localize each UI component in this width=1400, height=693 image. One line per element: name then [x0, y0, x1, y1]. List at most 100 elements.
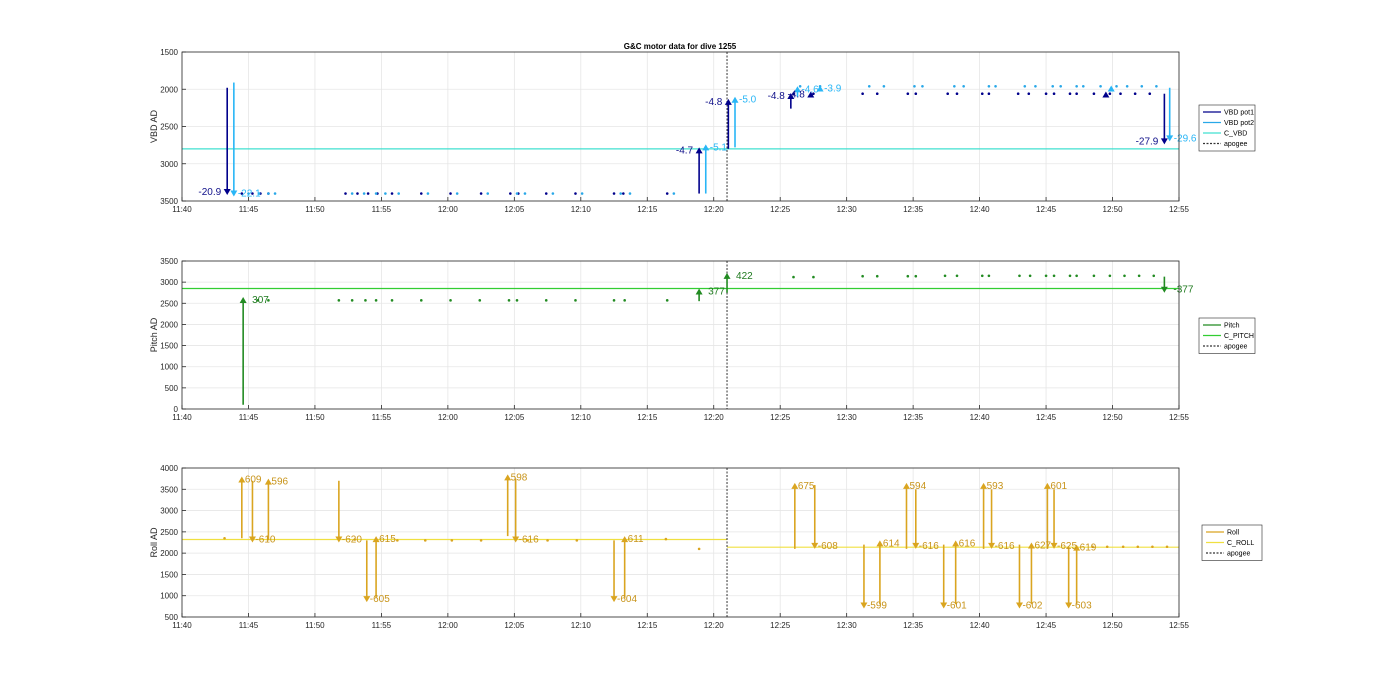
roll-point: [1136, 545, 1140, 549]
vbd-pot1-point: [356, 192, 359, 195]
vbd-pot2-point: [362, 192, 366, 195]
y-tick-label: 3000: [160, 507, 178, 516]
pitch-point: [574, 299, 577, 302]
x-tick-label: 12:30: [837, 413, 858, 422]
y-tick-label: 3500: [160, 197, 178, 206]
y-tick-label: 2500: [160, 528, 178, 537]
vbd-pot1-point: [1133, 92, 1137, 96]
pitch-point: [478, 299, 482, 302]
vbd-pot2-point: [921, 84, 924, 88]
roll-panel: 11:40 11:45 11:50 11:55 12:00 12:05 12:10 12:15…: [149, 464, 1263, 630]
legend: Roll C_ROLLapogee: [1201, 524, 1263, 561]
x-tick-label: 12:10: [571, 205, 592, 214]
pitch-point: [1108, 274, 1112, 278]
vbd-pot1-point: [1044, 92, 1048, 96]
vbd-pot2-point: [397, 192, 400, 195]
vbd-pot2-point: [994, 84, 997, 88]
vbd-pot2-point: [455, 192, 459, 195]
pitch-arrow-label: -377: [1173, 285, 1193, 296]
vbd-pot1-point: [612, 192, 616, 195]
x-tick-label: 12:20: [704, 413, 725, 422]
x-tick-label: 12:25: [770, 205, 791, 214]
legend: VBD pot1 VBD pot2 C_VBDapogee: [1198, 104, 1256, 152]
vbd-pot1-point: [906, 92, 910, 96]
legend-entry: C_VBD: [1224, 131, 1247, 138]
legend-entry: C_PITCH: [1224, 333, 1254, 340]
pitch-point: [906, 274, 910, 278]
x-tick-label: 11:45: [239, 621, 259, 630]
pitch-point: [792, 275, 795, 279]
vbd-pot2-point: [273, 192, 277, 195]
x-tick-label: 11:45: [239, 205, 259, 214]
vbd-pot1-point: [946, 92, 949, 96]
pitch-point: [364, 299, 367, 302]
x-tick-label: 12:55: [1169, 413, 1190, 422]
x-tick-label: 12:35: [903, 413, 924, 422]
pitch-point: [544, 299, 548, 302]
y-tick-label: 1000: [160, 363, 178, 372]
vbd-pot2-point: [962, 84, 965, 88]
x-tick-label: 12:10: [571, 621, 592, 630]
roll-arrow-label: -620: [342, 535, 362, 546]
roll-arrow-label: 609: [245, 475, 262, 486]
y-axis-label: VBD AD: [149, 109, 159, 143]
vbd-pot2-point: [384, 192, 387, 195]
x-tick-label: 12:55: [1169, 205, 1190, 214]
roll-arrow-label: -608: [818, 541, 838, 552]
pitch-panel: 11:40 11:45 11:50 11:55 12:00 12:05 12:10 12:15…: [149, 257, 1256, 422]
y-tick-label: 3500: [160, 485, 178, 494]
vbd-pot1-point: [1075, 92, 1078, 96]
pitch-point: [875, 274, 879, 278]
y-tick-label: 1500: [160, 48, 178, 57]
vbd-pot1-arrow-label: -4.8: [768, 91, 786, 102]
vbd-pot2-point: [1099, 84, 1102, 88]
vbd-pot1-point: [861, 92, 864, 96]
chart-title: G&C motor data for dive 1255: [624, 42, 737, 51]
plot-area: [182, 468, 1179, 617]
vbd-pot2-point: [486, 192, 490, 195]
x-tick-label: 12:45: [1036, 205, 1057, 214]
roll-arrow-label: -603: [1072, 600, 1092, 611]
vbd-pot1-point: [875, 92, 879, 96]
x-tick-label: 12:10: [571, 413, 592, 422]
roll-point: [1121, 545, 1125, 549]
x-tick-label: 12:05: [504, 621, 525, 630]
vbd-pot2-point: [515, 192, 519, 195]
vbd-pot1-point: [1148, 92, 1152, 96]
vbd-pot2-point: [374, 192, 378, 195]
pitch-point: [350, 299, 354, 302]
x-tick-label: 12:40: [970, 621, 991, 630]
vbd-pot2-point: [1125, 84, 1129, 88]
roll-point: [697, 547, 701, 551]
x-tick-label: 12:50: [1103, 413, 1124, 422]
y-axis-label: Roll AD: [149, 527, 159, 558]
pitch-point: [390, 299, 394, 302]
vbd-pot1-point: [479, 192, 483, 195]
x-tick-label: 12:00: [438, 413, 459, 422]
plot-area: [182, 261, 1179, 409]
roll-arrow-label: 614: [883, 538, 900, 549]
y-tick-label: 500: [165, 384, 179, 393]
pitch-point: [507, 299, 511, 302]
vbd-pot1-point: [1068, 92, 1072, 96]
vbd-pot2-point: [1023, 84, 1027, 88]
vbd-pot2-point: [672, 192, 676, 195]
x-tick-label: 11:40: [172, 205, 192, 214]
y-tick-label: 500: [165, 613, 179, 622]
vbd-pot2-point: [551, 192, 555, 195]
vbd-pot2-point: [987, 84, 991, 88]
vbd-pot1-point: [1119, 92, 1122, 96]
x-tick-label: 12:00: [438, 621, 459, 630]
pitch-point: [955, 274, 959, 278]
vbd-pot1-arrow-label: -20.9: [198, 187, 221, 198]
roll-arrow-label: -610: [255, 535, 275, 546]
y-tick-label: 3000: [160, 278, 178, 287]
y-tick-label: 0: [174, 405, 179, 414]
vbd-pot2-arrow-label: -5.0: [739, 95, 757, 106]
x-tick-label: 12:45: [1036, 413, 1057, 422]
vbd-pot2-point: [1051, 84, 1055, 88]
x-tick-label: 12:20: [704, 205, 725, 214]
roll-point: [396, 539, 399, 542]
legend-entry: apogee: [1224, 141, 1247, 148]
roll-arrow-label: 594: [909, 481, 926, 492]
